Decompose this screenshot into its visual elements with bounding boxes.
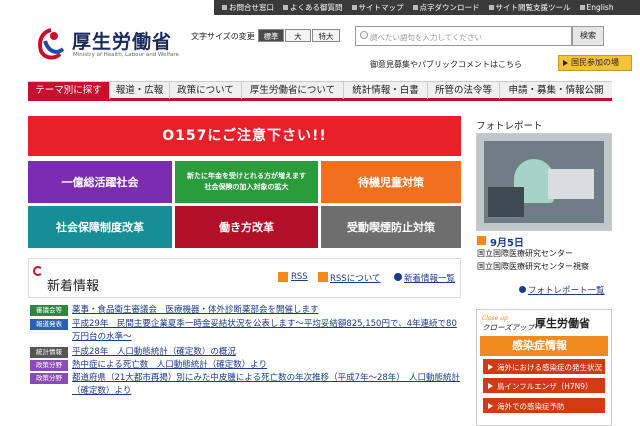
participate-button[interactable]: 国民参加の場 [558, 55, 632, 71]
photo-report-caption: 国立国際医療研究センター [477, 249, 573, 258]
rss-icon [318, 272, 328, 282]
search-button[interactable]: 検索 [572, 26, 604, 46]
nav-statistics[interactable]: 統計情報・白書 [344, 82, 428, 99]
bullet-icon [488, 5, 494, 10]
photo-monitor-shape [548, 169, 594, 199]
link-sitemap[interactable]: サイトマップ [351, 2, 404, 13]
rss-link[interactable]: RSS [291, 272, 308, 282]
nav-press[interactable]: 報道・広報 [110, 82, 170, 99]
photo-report-image[interactable] [484, 141, 604, 223]
tile-pension-line2: 社会保険の加入対象の拡大 [204, 183, 289, 191]
infection-prevention-button[interactable]: 海外での感染症予防 [482, 397, 606, 414]
search-icon [360, 31, 368, 39]
bullet-icon [579, 5, 585, 10]
arrow-circle-icon [394, 273, 402, 281]
news-item[interactable]: 熱中症による死亡数 人口動態統計（確定数）より [72, 359, 462, 372]
news-tag: 審議会等 [30, 305, 68, 316]
font-size-xlarge-button[interactable]: 特大 [312, 29, 340, 42]
closeup-label: クローズアップ [482, 323, 535, 332]
rss-about-link[interactable]: RSSについて [330, 272, 380, 284]
news-item[interactable]: 平成28年 人口動態統計（確定数）の概況 [72, 346, 462, 359]
ministry-logo-icon[interactable] [36, 27, 66, 61]
news-tag: 統計情報 [30, 347, 68, 358]
nav-about[interactable]: 厚生労働省について [242, 82, 344, 99]
bullet-icon [477, 236, 486, 245]
link-english[interactable]: English [579, 3, 614, 12]
tile-ichioku[interactable]: 一億総活躍社会 [28, 161, 172, 203]
photo-report-caption-2: 国立国際医療研究センター視察 [477, 262, 589, 271]
news-tag: 報道発表 [30, 319, 68, 330]
news-title: 新着情報 [47, 279, 100, 294]
infection-overseas-button[interactable]: 海外における感染症の発生状況 [482, 358, 606, 375]
bullet-icon [283, 5, 288, 10]
nav-policy[interactable]: 政策について [170, 82, 242, 99]
font-size-standard-button[interactable]: 標準 [258, 29, 284, 42]
tile-pension-line1: 新たに年金を受けとれる方が増えます [187, 172, 306, 180]
link-accessibility[interactable]: サイト閲覧支援ツール [488, 2, 571, 13]
site-title[interactable]: 厚生労働省 [72, 27, 172, 54]
news-list-link[interactable]: 新着情報一覧 [404, 272, 455, 284]
rss-icon [278, 272, 288, 282]
public-comment-link[interactable]: 御意見募集やパブリックコメントはこちら [370, 59, 522, 70]
site-subtitle: Ministry of Health, Labour and Welfare [73, 52, 179, 58]
news-item[interactable]: 薬事・食品衛生審議会 医療機器・体外診断薬部会を開催します [72, 304, 462, 317]
bullet-icon [351, 5, 357, 10]
global-nav: テーマ別に探す 報道・広報 政策について 厚生労働省について 統計情報・白書 所… [28, 81, 612, 101]
photo-report-title: フォトレポート [476, 121, 543, 132]
infection-info-header[interactable]: 感染症情報 [480, 336, 608, 356]
bullet-icon [222, 5, 227, 10]
news-item[interactable]: 都道府県（21大都市再掲）別にみた中皮腫による死亡数の年次推移（平成7年〜28年… [72, 372, 462, 397]
tile-smoking[interactable]: 受動喫煙防止対策 [321, 206, 461, 248]
tile-pension[interactable]: 新たに年金を受けとれる方が増えます 社会保険の加入対象の拡大 [175, 161, 318, 203]
o157-banner[interactable]: O157にご注意下さい!! [28, 116, 461, 156]
utility-bar: お問合せ窓口 よくある御質問 サイトマップ 点字ダウンロード サイト閲覧支援ツー… [0, 0, 640, 15]
photo-report-date[interactable]: 9月5日 [490, 234, 524, 249]
bullet-icon [412, 5, 418, 10]
search-input[interactable]: 調べたい語句を入力してください [355, 26, 572, 46]
news-tag: 政策分野 [30, 360, 68, 371]
link-faq[interactable]: よくある御質問 [283, 2, 343, 13]
link-contact[interactable]: お問合せ窓口 [222, 2, 274, 13]
link-braille[interactable]: 点字ダウンロード [412, 2, 480, 13]
news-item[interactable]: 平成29年 民間主要企業夏季一時金妥結状況を公表します〜平均妥結額825,150… [72, 318, 462, 343]
tile-social-security[interactable]: 社会保障制度改革 [28, 206, 172, 248]
nav-applications[interactable]: 申請・募集・情報公開 [500, 82, 612, 99]
news-tag: 政策分野 [30, 373, 68, 384]
arrow-circle-icon [519, 286, 526, 293]
font-size-large-button[interactable]: 大 [285, 29, 311, 42]
tile-work-style[interactable]: 働き方改革 [175, 206, 318, 248]
closeup-label-small: Close up [482, 315, 508, 322]
photo-equipment-shape [488, 187, 524, 217]
news-deco-icon [33, 266, 43, 276]
tile-childcare[interactable]: 待機児童対策 [321, 161, 461, 203]
nav-laws[interactable]: 所管の法令等 [428, 82, 500, 99]
photo-report-list-link[interactable]: フォトレポート一覧 [528, 284, 605, 296]
font-size-label: 文字サイズの変更 [191, 32, 255, 41]
infection-h7n9-button[interactable]: 鳥インフルエンザ（H7N9） [482, 377, 606, 394]
closeup-title: 厚生労働省 [535, 317, 590, 330]
nav-theme[interactable]: テーマ別に探す [28, 82, 110, 99]
utility-links: お問合せ窓口 よくある御質問 サイトマップ 点字ダウンロード サイト閲覧支援ツー… [214, 0, 640, 15]
